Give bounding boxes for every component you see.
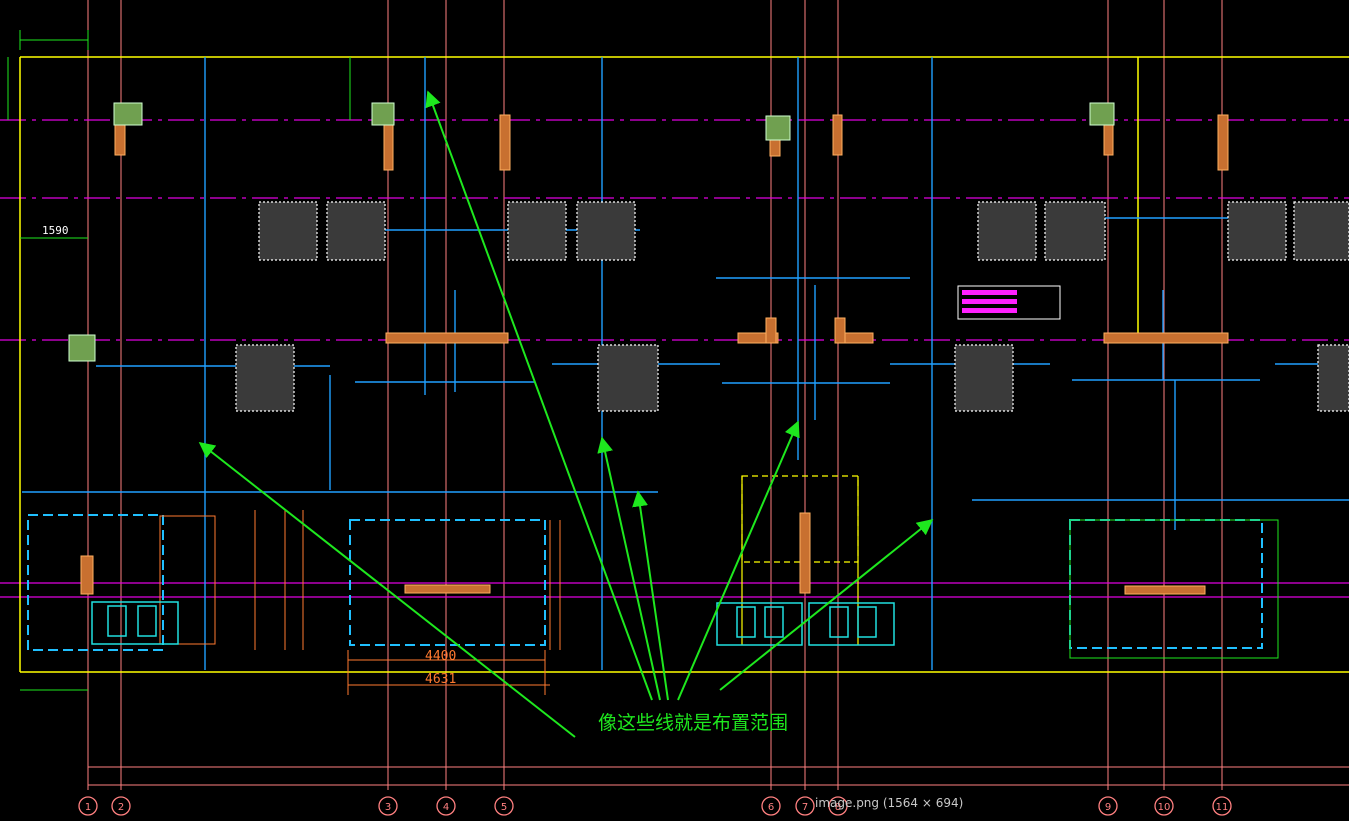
axis-bubbles [78,796,1232,816]
axis-label-6: 6 [768,802,774,813]
axis-label-10: 10 [1158,802,1171,813]
pump-groups [91,601,895,646]
range-lines [22,57,1349,670]
bottom-dimension-chain [87,760,1349,790]
dim-1590: 1590 [42,224,69,237]
legend-box [957,285,1061,320]
dim-4631: 4631 [425,672,456,687]
axis-label-3: 3 [385,802,391,813]
axis-label-7: 7 [802,802,808,813]
axis-label-1: 1 [85,802,91,813]
annotation-text: 像这些线就是布置范围 [598,712,789,734]
cad-drawing-canvas: 1590 4400 4631 1 2 3 4 5 6 7 8 9 10 11 [0,0,1349,816]
axis-label-4: 4 [443,802,449,813]
axis-label-2: 2 [118,802,124,813]
arrow-icon [719,518,934,691]
axis-label-5: 5 [501,802,507,813]
annotation-arrows [198,90,934,738]
dim-4400: 4400 [425,649,456,664]
axis-label-9: 9 [1105,802,1111,813]
grid-axes-horizontal [0,119,1349,341]
axis-label-11: 11 [1216,802,1229,813]
arrow-icon [597,436,661,701]
dimension-lines [159,510,561,695]
image-caption: image.png (1564 × 694) [815,796,964,810]
axis-bubble-labels: 1 2 3 4 5 6 7 8 9 10 11 [85,802,1229,813]
arrow-icon [677,420,800,701]
